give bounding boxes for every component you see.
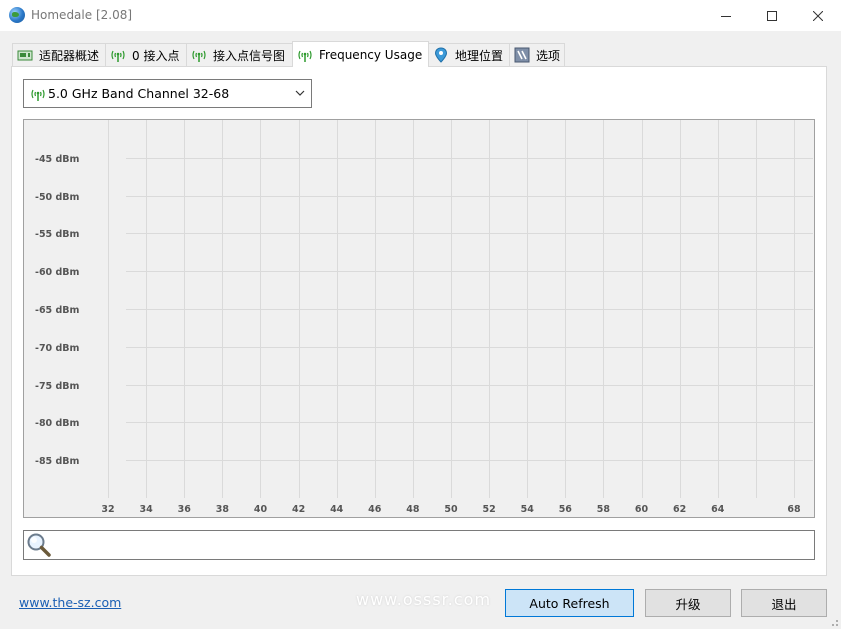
resize-grip-icon[interactable] [829, 617, 839, 627]
antenna-icon [110, 47, 126, 63]
tab-label: 0 接入点 [132, 48, 180, 63]
x-tick-label: 52 [482, 504, 495, 515]
x-tick-label: 46 [368, 504, 382, 515]
tab-label: 地理位置 [454, 48, 503, 63]
options-icon [514, 47, 530, 63]
x-tick-label: 42 [292, 504, 305, 515]
y-tick-label: -65 dBm [35, 305, 80, 316]
x-tick-label: 56 [559, 504, 573, 515]
frequency-chart: -45 dBm -50 dBm -55 dBm -60 dBm -65 dBm -70 d… [23, 119, 815, 518]
frequency-chart-svg: -45 dBm -50 dBm -55 dBm -60 dBm -65 dBm -70 d… [24, 120, 814, 517]
tab-frequency-usage[interactable]: Frequency Usage [292, 41, 429, 67]
x-tick-label: 62 [673, 504, 686, 515]
maximize-button[interactable] [749, 0, 795, 31]
chevron-down-icon [295, 90, 305, 96]
x-tick-label: 58 [597, 504, 611, 515]
upgrade-button[interactable]: 升级 [645, 589, 731, 617]
x-tick-label: 64 [711, 504, 725, 515]
globe-icon [9, 7, 25, 23]
x-tick-label: 36 [178, 504, 192, 515]
x-tick-label: 38 [216, 504, 230, 515]
x-tick-label: 44 [330, 504, 344, 515]
magnifier-icon [26, 532, 52, 561]
band-select[interactable]: 5.0 GHz Band Channel 32-68 [23, 79, 312, 108]
y-tick-label: -85 dBm [35, 456, 80, 467]
tab-label: 适配器概述 [39, 48, 100, 63]
watermark-text: www.osssr.com [356, 590, 492, 609]
antenna-icon [30, 86, 46, 102]
y-tick-label: -45 dBm [35, 154, 80, 165]
tab-access-points[interactable]: 0 接入点 [105, 43, 187, 66]
tab-adapter-overview[interactable]: 适配器概述 [12, 43, 106, 66]
location-pin-icon [433, 47, 449, 63]
title-bar: Homedale [2.08] [0, 0, 841, 31]
y-tick-label: -60 dBm [35, 267, 80, 278]
close-icon [813, 10, 823, 21]
chart-background [24, 120, 814, 517]
tab-signal-graph[interactable]: 接入点信号图 [186, 43, 293, 66]
x-tick-label: 60 [635, 504, 649, 515]
y-tick-label: -50 dBm [35, 192, 80, 203]
tab-location[interactable]: 地理位置 [428, 43, 510, 66]
auto-refresh-button[interactable]: Auto Refresh [505, 589, 634, 617]
y-tick-label: -70 dBm [35, 343, 80, 354]
minimize-icon [721, 15, 731, 17]
tab-label: 接入点信号图 [213, 48, 286, 63]
x-tick-label: 50 [444, 504, 458, 515]
antenna-icon [297, 47, 313, 63]
x-tick-label: 68 [787, 504, 801, 515]
x-tick-label: 48 [406, 504, 420, 515]
tab-options[interactable]: 选项 [509, 43, 565, 66]
minimize-button[interactable] [703, 0, 749, 31]
exit-button[interactable]: 退出 [741, 589, 827, 617]
tab-label: Frequency Usage [319, 47, 423, 62]
close-button[interactable] [795, 0, 841, 31]
website-link[interactable]: www.the-sz.com [19, 595, 121, 610]
window-title: Homedale [2.08] [31, 8, 133, 22]
x-tick-label: 34 [140, 504, 154, 515]
y-tick-label: -55 dBm [35, 229, 80, 240]
search-bar[interactable] [23, 530, 815, 560]
antenna-icon [191, 47, 207, 63]
tab-label: 选项 [536, 48, 561, 63]
y-tick-label: -75 dBm [35, 381, 80, 392]
network-card-icon [17, 47, 33, 63]
band-select-value: 5.0 GHz Band Channel 32-68 [48, 86, 230, 101]
x-tick-label: 54 [521, 504, 535, 515]
x-tick-label: 40 [254, 504, 268, 515]
x-tick-label: 32 [101, 504, 114, 515]
y-tick-label: -80 dBm [35, 418, 80, 429]
maximize-icon [767, 10, 777, 21]
